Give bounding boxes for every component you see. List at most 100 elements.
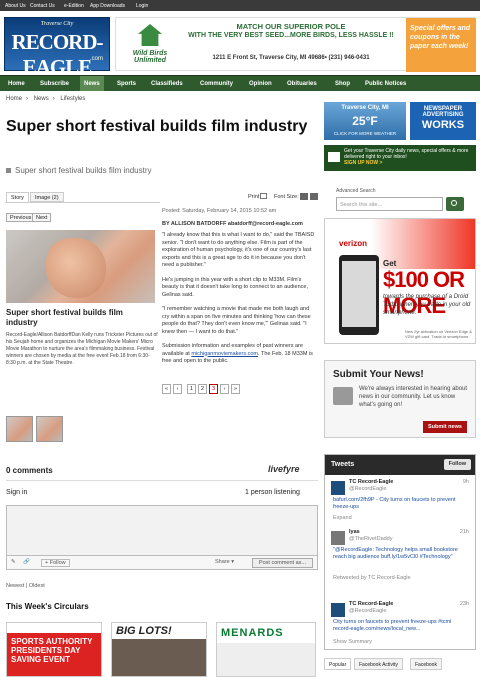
e-edition-link[interactable]: e-Edition	[64, 3, 84, 9]
next-button[interactable]: Next	[32, 213, 52, 222]
newsletter-signup[interactable]: Get your Traverse City daily news, speci…	[324, 145, 476, 171]
listening-count: 1 person listening	[245, 489, 300, 496]
tab-facebook[interactable]: Facebook	[410, 658, 442, 670]
contact-us-link[interactable]: Contact Us	[30, 3, 55, 9]
tweet[interactable]: lyas @TheRivetDaddy 21h "@RecordEagle: T…	[325, 529, 475, 589]
tab-popular[interactable]: Popular	[324, 658, 352, 670]
share-button[interactable]: Share ▾	[215, 559, 234, 565]
header-banner-ad[interactable]: Wild Birds Unlimited MATCH OUR SUPERIOR …	[115, 17, 476, 72]
weather-widget[interactable]: Traverse City, MI 25°F CLICK FOR MORE WE…	[324, 102, 406, 140]
verizon-ad[interactable]: verizon Get $100 OR MORE towards the pur…	[324, 218, 476, 344]
record-eagle-logo[interactable]: Traverse City RECORD-EAGLE .com	[4, 17, 110, 79]
pager-first[interactable]: «	[162, 384, 171, 394]
tweets-title: Tweets Follow	[325, 455, 475, 475]
megaphone-icon	[333, 387, 353, 405]
pager-page-2[interactable]: 2	[198, 384, 207, 394]
post-comment-button[interactable]: Post comment as...	[251, 558, 313, 568]
paragraph: "I remember watching a movie that made m…	[162, 306, 311, 335]
article-subtitle: Super short festival builds film industr…	[6, 166, 152, 175]
app-downloads-link[interactable]: App Downloads	[90, 3, 125, 9]
sign-in-link[interactable]: Sign in	[6, 489, 27, 496]
newspaper-ad[interactable]: NEWSPAPER ADVERTISING WORKS	[410, 102, 476, 140]
article-photo[interactable]	[6, 230, 155, 303]
search-icon	[451, 200, 457, 206]
circular-menards[interactable]: MENARDS	[216, 622, 316, 677]
circular-sports-authority[interactable]: SPORTS AUTHORITY PRESIDENTS DAY SAVING E…	[6, 622, 102, 677]
birdhouse-icon	[138, 24, 162, 46]
print-icon[interactable]	[260, 193, 267, 199]
breadcrumb-news[interactable]: News	[34, 96, 49, 102]
pager-page-3[interactable]: 3	[209, 384, 218, 394]
search-button[interactable]	[446, 197, 464, 211]
nav-obituaries[interactable]: Obituaries	[287, 81, 317, 87]
submit-news-text: We're always interested in hearing about…	[359, 386, 468, 408]
avatar	[331, 603, 345, 617]
paragraph: "I already know that this is what I want…	[162, 232, 315, 268]
social-tabs: Popular Facebook Activity Facebook	[324, 658, 476, 670]
breadcrumb: Home › News › Lifestyles	[6, 96, 86, 102]
thumbnail-1[interactable]	[6, 416, 33, 442]
pager-page-1[interactable]: 1	[187, 384, 196, 394]
font-size-label: Font Size:	[274, 194, 299, 200]
article-title: Super short festival builds film industr…	[6, 118, 308, 135]
nav-news[interactable]: News	[80, 76, 104, 91]
submit-news-button[interactable]: Submit news	[423, 421, 467, 433]
site-header: Traverse City RECORD-EAGLE .com Wild Bir…	[0, 11, 480, 79]
twitter-follow-button[interactable]: Follow	[443, 459, 471, 470]
ad-subheadline: WITH THE VERY BEST SEED...MORE BIRDS, LE…	[188, 32, 394, 39]
submit-news-box: Submit Your News! We're always intereste…	[324, 360, 476, 438]
previous-button[interactable]: Previous	[6, 213, 36, 222]
livefyre-logo[interactable]: livefyre	[268, 464, 300, 474]
michigan-movie-makers-link[interactable]: michiganmoviemakers.com	[191, 351, 258, 357]
divider	[6, 480, 318, 481]
font-decrease-icon[interactable]	[300, 193, 308, 200]
comment-toolbar: ✎ 🔗 + Follow Share ▾ Post comment as...	[6, 556, 318, 570]
pager-last[interactable]: »	[231, 384, 240, 394]
main-nav: Home Subscribe News Sports Classifieds C…	[0, 75, 480, 91]
twitter-widget: Tweets Follow TC Record-Eagle @RecordEagl…	[324, 454, 476, 650]
login-link[interactable]: Login	[136, 3, 148, 9]
submit-news-title: Submit Your News!	[333, 369, 424, 380]
photo-subject	[46, 238, 106, 298]
paragraph: He's jumping in this year with a short c…	[162, 276, 308, 298]
comment-textarea[interactable]	[6, 505, 318, 556]
tweet[interactable]: TC Record-Eagle @RecordEagle 9h bafurl.c…	[325, 479, 475, 527]
about-us-link[interactable]: About Us	[5, 3, 26, 9]
print-link[interactable]: Print	[248, 194, 259, 200]
top-utility-bar: About Us Contact Us e-Edition App Downlo…	[0, 0, 480, 11]
link-icon[interactable]: 🔗	[23, 559, 30, 565]
posted-date: Posted: Saturday, February 14, 2015 10:5…	[162, 208, 277, 214]
nav-shop[interactable]: Shop	[335, 81, 350, 87]
advanced-search-link[interactable]: Advanced Search	[336, 188, 375, 194]
edit-icon[interactable]: ✎	[11, 559, 16, 565]
follow-button[interactable]: + Follow	[41, 559, 70, 567]
expand-link[interactable]: Expand	[333, 515, 352, 522]
breadcrumb-home[interactable]: Home	[6, 96, 22, 102]
nav-opinion[interactable]: Opinion	[249, 81, 272, 87]
thumbnail-2[interactable]	[36, 416, 63, 442]
pager-prev[interactable]: ‹	[173, 384, 182, 394]
breadcrumb-lifestyles[interactable]: Lifestyles	[60, 96, 85, 102]
pager-next[interactable]: ›	[220, 384, 229, 394]
bullet-icon	[6, 168, 11, 173]
search-input[interactable]: Search this site...	[336, 197, 443, 211]
tab-facebook-activity[interactable]: Facebook Activity	[354, 658, 403, 670]
show-summary-link[interactable]: Show Summary	[333, 639, 372, 646]
tab-story[interactable]: Story	[6, 192, 29, 202]
circular-big-lots[interactable]: BIG LOTS!	[111, 622, 207, 677]
sort-toggle[interactable]: Newest | Oldest	[6, 583, 45, 589]
tab-image[interactable]: Image (2)	[30, 192, 64, 202]
tweet[interactable]: TC Record-Eagle @RecordEagle 23h City tu…	[325, 601, 475, 649]
nav-classifieds[interactable]: Classifieds	[151, 81, 183, 87]
phone-image	[339, 255, 379, 335]
font-increase-icon[interactable]	[310, 193, 318, 200]
avatar	[331, 531, 345, 545]
photo-caption-headline: Super short festival builds film industr…	[6, 308, 123, 327]
nav-home[interactable]: Home	[8, 81, 25, 87]
nav-sports[interactable]: Sports	[117, 81, 136, 87]
nav-subscribe[interactable]: Subscribe	[40, 81, 69, 87]
article-body: "I already know that this is what I want…	[162, 232, 318, 373]
nav-public-notices[interactable]: Public Notices	[365, 81, 406, 87]
tab-divider	[5, 202, 160, 203]
nav-community[interactable]: Community	[200, 81, 233, 87]
